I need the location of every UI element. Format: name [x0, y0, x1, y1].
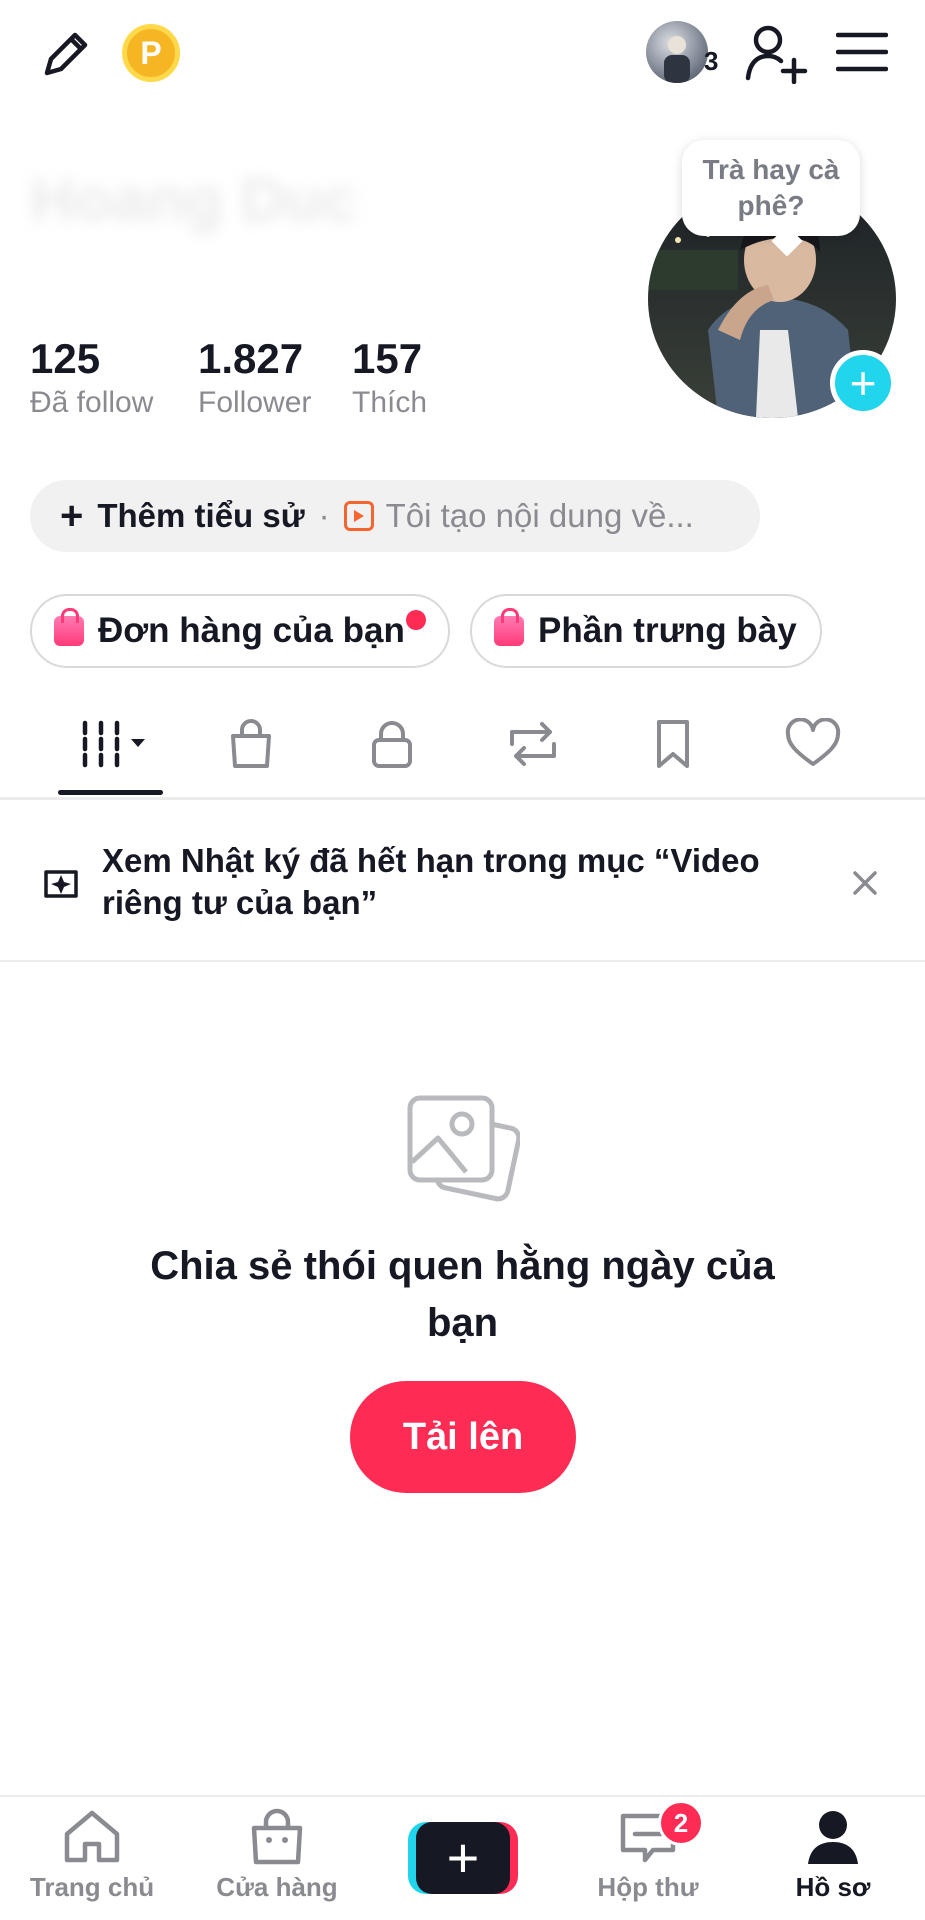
lock-icon	[372, 721, 412, 768]
menu-icon[interactable]	[834, 28, 890, 76]
photo-stack-icon	[404, 1092, 522, 1204]
following-stories-count: 3	[704, 46, 719, 76]
bio-hint: Tôi tạo nội dung về...	[385, 497, 694, 534]
edit-icon[interactable]	[34, 24, 96, 86]
followers-label: Follower	[198, 386, 312, 419]
coin-icon[interactable]: P	[122, 24, 180, 82]
notification-dot	[406, 610, 426, 630]
showcase-button[interactable]: Phần trưng bày	[470, 594, 822, 668]
following-count: 125	[30, 335, 101, 382]
home-icon	[64, 1810, 120, 1863]
avatar-status-bubble[interactable]: Trà hay cà phê?	[682, 140, 860, 236]
tab-videos[interactable]	[58, 712, 168, 776]
inbox-badge: 2	[658, 1800, 704, 1846]
bio-separator: ·	[318, 497, 330, 534]
bookmark-icon	[657, 720, 689, 768]
heart-icon	[785, 718, 841, 766]
bio-pill[interactable]: + Thêm tiểu sử · Tôi tạo nội dung về...	[30, 480, 760, 552]
showcase-label: Phần trưng bày	[538, 611, 797, 650]
nav-inbox-label: Hộp thư	[597, 1872, 699, 1902]
nav-profile[interactable]: Hồ sơ	[743, 1808, 923, 1916]
tab-divider	[0, 797, 925, 800]
plus-icon: +	[60, 494, 84, 538]
create-button[interactable]: +	[408, 1822, 518, 1894]
video-play-icon	[343, 501, 374, 531]
active-tab-indicator	[58, 790, 163, 795]
tab-saved[interactable]	[618, 712, 728, 776]
profile-icon	[808, 1811, 858, 1864]
plus-icon: +	[416, 1822, 510, 1894]
shopping-bag-icon	[494, 608, 524, 646]
repost-icon	[510, 722, 556, 766]
nav-home-label: Trang chủ	[29, 1872, 155, 1902]
following-label: Đã follow	[30, 386, 154, 419]
close-icon[interactable]	[848, 866, 882, 900]
tab-shop[interactable]	[196, 712, 306, 776]
followers-count: 1.827	[198, 335, 304, 382]
shopping-bag-icon	[54, 608, 84, 646]
nav-shop[interactable]: Cửa hàng	[187, 1808, 367, 1916]
nav-home[interactable]: Trang chủ	[2, 1808, 182, 1916]
profile-name: Hoang Duc	[30, 166, 358, 235]
upload-button[interactable]: Tải lên	[350, 1381, 576, 1493]
add-story-plus-icon[interactable]: +	[830, 350, 896, 416]
banner-text: Xem Nhật ký đã hết hạn trong mục “Video …	[102, 842, 760, 921]
empty-state-title: Chia sẻ thói quen hằng ngày của bạn	[150, 1244, 775, 1345]
shopping-bag-outline-icon	[231, 719, 271, 768]
nav-inbox[interactable]: Hộp thư	[558, 1808, 738, 1916]
likes-label: Thích	[352, 386, 428, 419]
shop-icon	[251, 1808, 303, 1865]
video-grid-icon	[82, 720, 145, 768]
tab-reposts[interactable]	[478, 712, 588, 776]
likes-count: 157	[352, 335, 423, 382]
sparkle-icon	[38, 862, 84, 908]
nav-shop-label: Cửa hàng	[216, 1872, 338, 1902]
nav-profile-label: Hồ sơ	[795, 1872, 871, 1902]
add-bio-label: Thêm tiểu sử	[97, 497, 305, 534]
orders-button[interactable]: Đơn hàng của bạn	[30, 594, 450, 668]
add-friend-icon[interactable]	[742, 20, 812, 86]
tab-liked[interactable]	[758, 712, 868, 776]
tab-private[interactable]	[337, 712, 447, 776]
orders-label: Đơn hàng của bạn	[98, 611, 405, 650]
coin-letter: P	[140, 34, 162, 71]
following-stories-avatar[interactable]	[646, 21, 708, 83]
